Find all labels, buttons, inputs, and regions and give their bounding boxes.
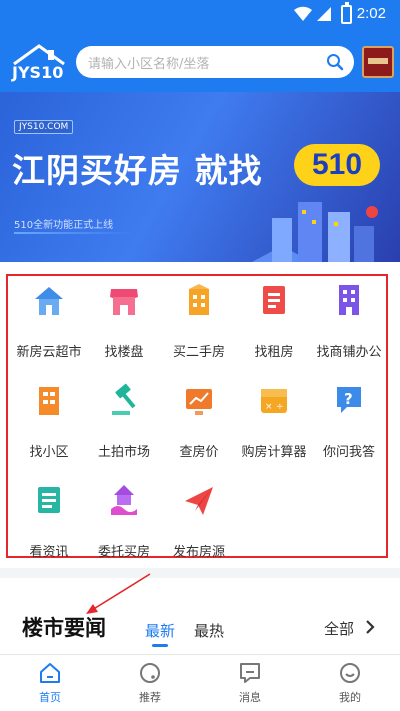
message-icon: [240, 663, 260, 683]
clock: 2:02: [356, 5, 386, 22]
house-icon: [35, 287, 63, 315]
wifi-icon: [294, 6, 312, 22]
profile-icon: [340, 663, 360, 683]
recommend-icon: [140, 663, 160, 683]
signal-icon: [317, 7, 331, 21]
banner-headline: 江阴买好房 就找: [12, 151, 263, 190]
banner-site-label: JYS10.COM: [14, 120, 74, 134]
tab-hot[interactable]: 最热: [194, 620, 224, 641]
apartment-icon: [39, 387, 59, 415]
menu-entrust-buy[interactable]: 委托买房: [84, 483, 164, 573]
tab-label: 我的: [339, 691, 361, 704]
menu-new-house[interactable]: 新房云超市: [9, 283, 89, 373]
svg-text:×: ×: [265, 402, 273, 412]
menu-community[interactable]: 找小区: [9, 383, 89, 473]
entrust-icon: [111, 485, 137, 515]
battery-icon: [341, 2, 352, 24]
svg-text:?: ?: [344, 390, 353, 408]
building-icon: [189, 284, 209, 315]
promo-banner[interactable]: JYS10.COM 江阴买好房 就找 510 510全新功能正式上线: [0, 92, 400, 262]
menu-label: 发布房源: [172, 545, 225, 560]
search-placeholder: 请输入小区名称/坐落: [88, 57, 210, 72]
menu-check-price[interactable]: 查房价: [159, 383, 239, 473]
header: JYS10 请输入小区名称/坐落: [0, 30, 400, 92]
news-section: 楼市要闻 最新 最热 全部: [0, 578, 400, 654]
calculator-icon: × ÷: [261, 389, 287, 413]
news-section-title: 楼市要闻: [22, 616, 106, 640]
news-icon: [38, 487, 60, 513]
status-bar: 2:02: [0, 0, 400, 30]
banner-underline: [14, 232, 134, 234]
menu-second-hand[interactable]: 买二手房: [159, 283, 239, 373]
tab-label: 首页: [39, 691, 61, 704]
office-icon: [339, 285, 359, 315]
tab-messages[interactable]: 消息: [200, 655, 300, 711]
svg-text:JYS10: JYS10: [11, 63, 63, 82]
menu-qa[interactable]: ? 你问我答: [309, 383, 389, 473]
city-illustration: [252, 202, 378, 262]
gavel-icon: [112, 383, 136, 415]
document-icon: [263, 286, 285, 314]
menu-news[interactable]: 看资讯: [9, 483, 89, 573]
bottom-tab-bar: 首页 推荐 消息 我的: [0, 654, 400, 711]
svg-text:÷: ÷: [276, 402, 284, 412]
menu-publish-listing[interactable]: 发布房源: [159, 483, 239, 573]
banner-tagline: 510全新功能正式上线: [14, 220, 114, 231]
question-icon: ?: [337, 387, 361, 413]
chevron-right-icon[interactable]: [364, 618, 376, 636]
search-icon[interactable]: [326, 53, 344, 71]
jys10-logo[interactable]: JYS10: [8, 42, 70, 82]
tab-recommend[interactable]: 推荐: [100, 655, 200, 711]
search-input[interactable]: 请输入小区名称/坐落: [76, 46, 354, 78]
promo-thumbnail[interactable]: [362, 46, 394, 78]
tab-label: 消息: [239, 691, 261, 704]
tab-home[interactable]: 首页: [0, 655, 100, 711]
tab-latest[interactable]: 最新: [145, 620, 175, 647]
annotation-arrow: [86, 573, 151, 614]
store-icon: [110, 289, 138, 315]
menu-label: 找商铺办公: [316, 345, 382, 360]
menu-find-project[interactable]: 找楼盘: [84, 283, 164, 373]
menu-shops-offices[interactable]: 找商铺办公: [309, 283, 389, 373]
paper-plane-icon: [185, 487, 213, 515]
home-icon: [40, 663, 60, 683]
tab-label: 推荐: [139, 691, 161, 704]
banner-510-badge: 510: [294, 144, 380, 186]
menu-calculator[interactable]: × ÷ 购房计算器: [234, 383, 314, 473]
tab-profile[interactable]: 我的: [300, 655, 400, 711]
menu-label: 你问我答: [322, 445, 375, 460]
view-all-link[interactable]: 全部: [324, 618, 354, 639]
price-chart-icon: [186, 389, 212, 415]
menu-rental[interactable]: 找租房: [234, 283, 314, 373]
menu-land-auction[interactable]: 土拍市场: [84, 383, 164, 473]
